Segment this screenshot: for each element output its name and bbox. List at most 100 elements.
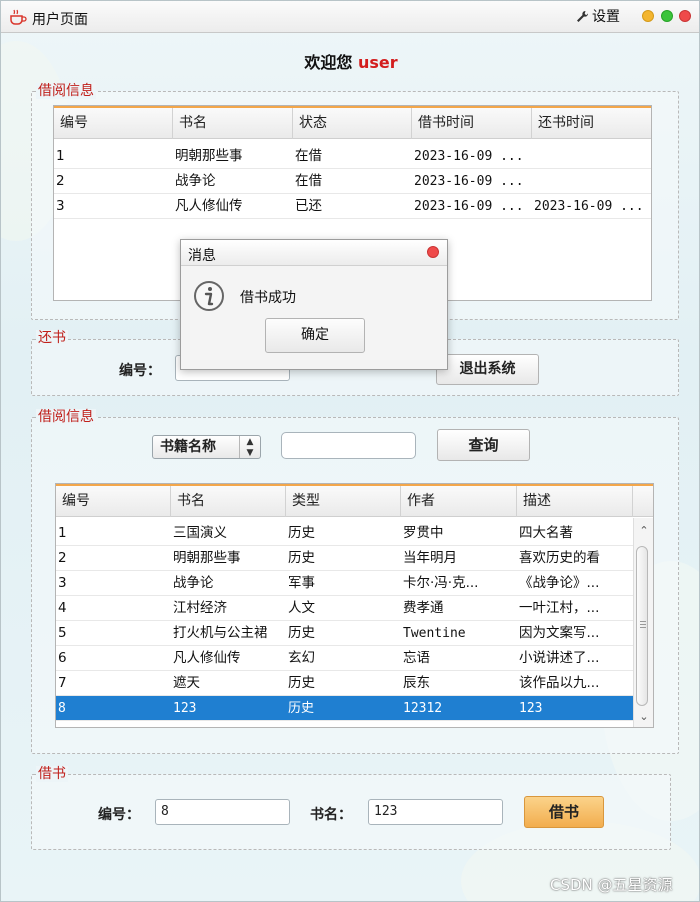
cell-return-time	[532, 169, 651, 194]
title-bar: 用户页面 设置	[1, 1, 699, 33]
borrow-book-group-title: 借书	[36, 766, 68, 782]
cell-title: 战争论	[175, 173, 216, 189]
cell-description: 《战争论》...	[519, 575, 600, 591]
table-header: 编号 书名 类型 作者 描述	[56, 484, 653, 517]
table-row[interactable]: 8 123 历史 12312 123	[56, 696, 633, 721]
scroll-up-icon[interactable]: ⌃	[636, 524, 652, 538]
column-header[interactable]: 描述	[517, 486, 633, 517]
borrow-id-input[interactable]: 8	[155, 799, 290, 825]
cell-id: 8	[58, 701, 66, 716]
cell-author: 费孝通	[403, 600, 444, 616]
column-header[interactable]: 还书时间	[532, 108, 651, 139]
cell-id: 1	[56, 148, 65, 164]
search-input[interactable]	[281, 432, 416, 459]
dialog-close-button[interactable]	[427, 246, 439, 258]
cell-title: 凡人修仙传	[175, 198, 243, 214]
cell-status: 已还	[295, 198, 322, 214]
cell-author: 卡尔·冯·克...	[403, 575, 479, 591]
borrow-name-input[interactable]: 123	[368, 799, 503, 825]
cell-title: 江村经济	[173, 600, 227, 616]
cell-title: 明朝那些事	[175, 148, 243, 164]
cell-id: 6	[58, 650, 67, 666]
table-row[interactable]: 1 明朝那些事 在借 2023-16-09 ...	[54, 144, 651, 169]
cell-description: 一叶江村，...	[519, 600, 600, 616]
logout-button[interactable]: 退出系统	[436, 354, 539, 385]
cell-author: 12312	[403, 701, 443, 716]
column-header[interactable]: 状态	[293, 108, 412, 139]
username: user	[357, 53, 398, 72]
cell-type: 历史	[288, 675, 315, 691]
window-title: 用户页面	[32, 12, 88, 28]
column-header[interactable]: 书名	[173, 108, 293, 139]
cell-borrow-time: 2023-16-09 ...	[414, 199, 524, 214]
return-book-group-title: 还书	[36, 330, 68, 346]
table-row[interactable]: 3 战争论 军事 卡尔·冯·克... 《战争论》...	[56, 571, 633, 596]
column-header[interactable]: 书名	[171, 486, 286, 517]
dialog-title-bar[interactable]: 消息	[181, 240, 447, 266]
cell-id: 2	[58, 550, 67, 566]
cell-id: 2	[56, 173, 65, 189]
table-row[interactable]: 6 凡人修仙传 玄幻 忘语 小说讲述了...	[56, 646, 633, 671]
cell-author: 罗贯中	[403, 525, 444, 541]
column-header[interactable]: 作者	[401, 486, 517, 517]
cell-id: 7	[58, 675, 67, 691]
cell-description: 小说讲述了...	[519, 650, 600, 666]
cell-title: 战争论	[173, 575, 214, 591]
table-row[interactable]: 3 凡人修仙传 已还 2023-16-09 ... 2023-16-09 ...	[54, 194, 651, 219]
column-header[interactable]: 编号	[54, 108, 173, 139]
grip-line	[640, 624, 646, 625]
borrow-info-group-title: 借阅信息	[36, 83, 96, 99]
user-page-window: 用户页面 设置 欢迎您 user 借阅信息 编号 书名 状态 借书时间 还书时间…	[0, 0, 700, 902]
scroll-down-icon[interactable]: ⌄	[636, 710, 652, 724]
welcome-heading: 欢迎您 user	[1, 49, 699, 73]
table-header: 编号 书名 状态 借书时间 还书时间	[54, 106, 651, 139]
search-field-selected: 书籍名称	[160, 439, 216, 455]
table-row[interactable]: 1 三国演义 历史 罗贯中 四大名著	[56, 521, 633, 546]
table-scrollbar[interactable]: ⌃ ⌄	[633, 518, 653, 727]
table-row[interactable]: 7 遮天 历史 辰东 该作品以九...	[56, 671, 633, 696]
cell-id: 4	[58, 600, 67, 616]
search-field-select[interactable]: 书籍名称 ▲ ▼	[152, 435, 261, 459]
cell-title: 123	[173, 701, 197, 716]
table-row[interactable]: 5 打火机与公主裙 历史 Twentine 因为文案写...	[56, 621, 633, 646]
table-row[interactable]: 2 明朝那些事 历史 当年明月 喜欢历史的看	[56, 546, 633, 571]
message-dialog: 消息 借书成功 确定	[180, 239, 448, 370]
cell-type: 军事	[288, 575, 315, 591]
book-catalog-table: 编号 书名 类型 作者 描述 1 三国演义 历史 罗贯中 四大名著 2 明朝那些事 历史 当年明…	[55, 483, 654, 728]
close-button[interactable]	[679, 10, 691, 22]
cell-status: 在借	[295, 173, 322, 189]
cell-id: 3	[56, 198, 65, 214]
cell-return-time: 2023-16-09 ...	[534, 199, 644, 214]
column-header[interactable]: 编号	[56, 486, 171, 517]
borrow-button[interactable]: 借书	[524, 796, 604, 828]
query-button[interactable]: 查询	[437, 429, 530, 461]
cell-title: 明朝那些事	[173, 550, 241, 566]
maximize-button[interactable]	[661, 10, 673, 22]
dialog-title: 消息	[188, 248, 216, 264]
cell-type: 历史	[288, 525, 315, 541]
table-row[interactable]: 2 战争论 在借 2023-16-09 ...	[54, 169, 651, 194]
return-id-label: 编号：	[119, 363, 161, 379]
settings-label: 设置	[592, 9, 620, 25]
info-icon	[194, 281, 224, 311]
column-header[interactable]: 借书时间	[412, 108, 532, 139]
cell-id: 3	[58, 575, 67, 591]
cell-status: 在借	[295, 148, 322, 164]
select-arrows-icon: ▲ ▼	[239, 436, 260, 458]
cell-author: 当年明月	[403, 550, 457, 566]
cell-return-time	[532, 144, 651, 169]
table-row[interactable]: 4 江村经济 人文 费孝通 一叶江村，...	[56, 596, 633, 621]
cell-id: 5	[58, 625, 67, 641]
settings-button[interactable]: 设置	[576, 6, 620, 26]
dialog-ok-button[interactable]: 确定	[265, 318, 365, 353]
cell-type: 玄幻	[288, 650, 315, 666]
cell-author: 辰东	[403, 675, 430, 691]
borrow-id-label: 编号：	[98, 807, 140, 823]
cell-title: 三国演义	[173, 525, 227, 541]
scroll-thumb[interactable]	[636, 546, 648, 706]
minimize-button[interactable]	[642, 10, 654, 22]
column-header[interactable]: 类型	[286, 486, 401, 517]
watermark: CSDN @五星资源	[550, 876, 673, 894]
cell-description: 123	[519, 701, 543, 716]
cell-author: 忘语	[403, 650, 430, 666]
